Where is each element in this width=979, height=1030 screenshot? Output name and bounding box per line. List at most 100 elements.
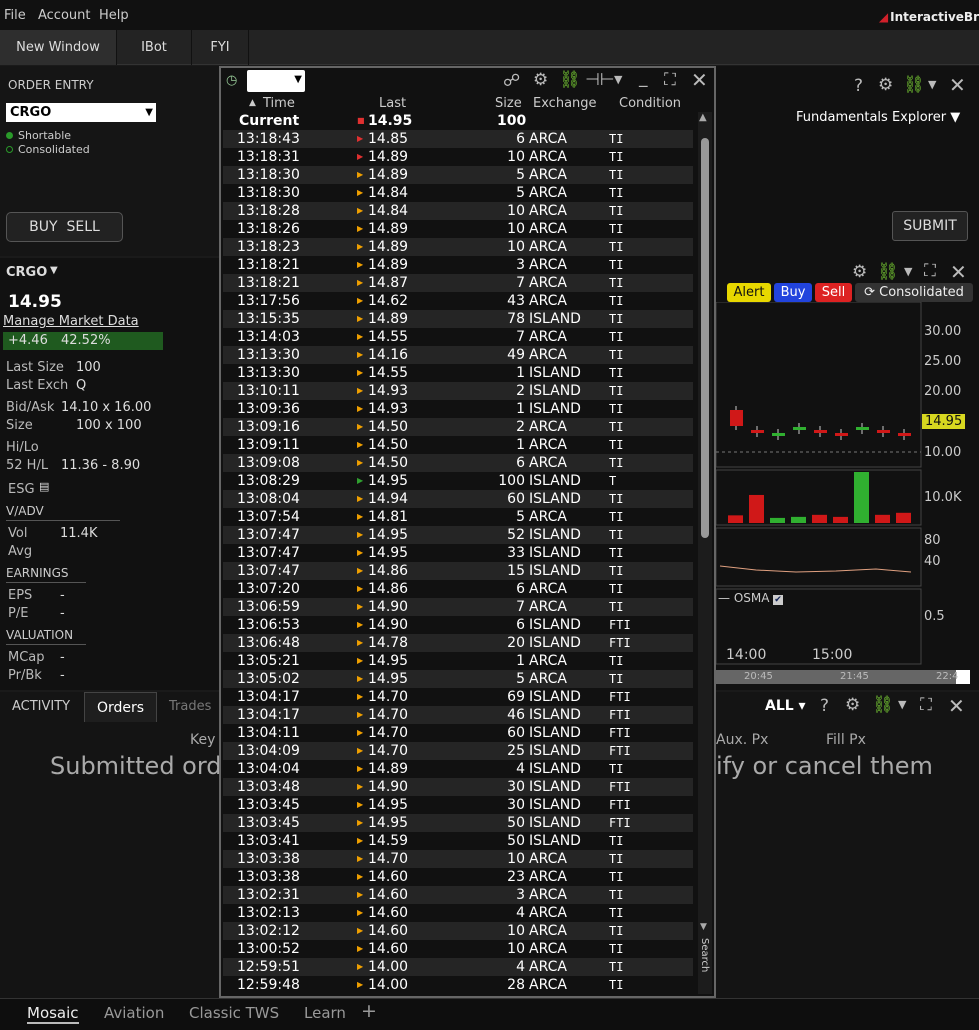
consolidated-button[interactable]: ⟳ Consolidated xyxy=(855,283,973,302)
expand-icon[interactable]: ⛶ xyxy=(924,261,936,281)
col-time[interactable]: Time xyxy=(263,96,295,111)
close-icon[interactable]: ✕ xyxy=(950,260,967,284)
gear-icon[interactable]: ⚙ xyxy=(845,695,860,715)
link-icon[interactable]: ⛓ xyxy=(872,695,894,715)
chevron-down-icon[interactable]: ▼ xyxy=(614,73,622,86)
trade-row[interactable]: 13:07:47 ▶ 14.95 52 ISLAND TI xyxy=(223,526,693,544)
tab-classic-tws[interactable]: Classic TWS xyxy=(189,1004,279,1022)
trade-row[interactable]: 13:05:21 ▶ 14.95 1 ARCA TI xyxy=(223,652,693,670)
col-size[interactable]: Size xyxy=(495,96,522,111)
trade-row[interactable]: 13:18:21 ▶ 14.89 3 ARCA TI xyxy=(223,256,693,274)
trade-row[interactable]: 13:13:30 ▶ 14.16 49 ARCA TI xyxy=(223,346,693,364)
gear-icon[interactable]: ⚙ xyxy=(852,262,867,282)
trade-row[interactable]: 13:09:08 ▶ 14.50 6 ARCA TI xyxy=(223,454,693,472)
trade-row[interactable]: 13:07:54 ▶ 14.81 5 ARCA TI xyxy=(223,508,693,526)
buy-button[interactable]: BUY xyxy=(29,219,57,235)
chart-buy-button[interactable]: Buy xyxy=(774,283,812,302)
trade-row[interactable]: 13:09:36 ▶ 14.93 1 ISLAND TI xyxy=(223,400,693,418)
add-tab-icon[interactable]: + xyxy=(361,1000,377,1022)
trade-row[interactable]: 12:59:51 ▶ 14.00 4 ARCA TI xyxy=(223,958,693,976)
ts-symbol-input[interactable]: ▼ xyxy=(247,70,305,92)
trade-row[interactable]: 13:02:13 ▶ 14.60 4 ARCA TI xyxy=(223,904,693,922)
link-icon[interactable]: ⛓ xyxy=(559,70,581,90)
scroll-up-icon[interactable]: ▲ xyxy=(699,112,707,123)
trade-row[interactable]: 13:15:35 ▶ 14.89 78 ISLAND TI xyxy=(223,310,693,328)
col-last[interactable]: Last xyxy=(379,96,406,111)
account-filter-select[interactable]: ALL ▾ xyxy=(765,698,806,714)
trade-row[interactable]: 13:08:29 ▶ 14.95 100 ISLAND T xyxy=(223,472,693,490)
checkbox-icon[interactable]: ✔ xyxy=(773,595,783,605)
col-exchange[interactable]: Exchange xyxy=(533,96,597,111)
tab-learn[interactable]: Learn xyxy=(304,1004,346,1022)
col-key[interactable]: Key xyxy=(190,732,215,748)
chevron-down-icon[interactable]: ▼ xyxy=(294,74,302,85)
trade-row[interactable]: 13:03:45 ▶ 14.95 50 ISLAND FTI xyxy=(223,814,693,832)
pin-icon[interactable]: ⊣⊢ xyxy=(585,70,615,90)
chevron-down-icon[interactable]: ▼ xyxy=(904,265,912,278)
trade-row[interactable]: 13:18:30 ▶ 14.84 5 ARCA TI xyxy=(223,184,693,202)
help-icon[interactable]: ? xyxy=(854,76,863,96)
gear-icon[interactable]: ⚙ xyxy=(533,70,548,90)
close-icon[interactable]: ✕ xyxy=(948,694,965,718)
col-aux-px[interactable]: Aux. Px xyxy=(716,732,768,748)
expand-icon[interactable]: ⛶ xyxy=(664,70,676,90)
trade-row[interactable]: 13:18:43 ▶ 14.85 6 ARCA TI xyxy=(223,130,693,148)
trade-row[interactable]: 13:07:20 ▶ 14.86 6 ARCA TI xyxy=(223,580,693,598)
alert-button[interactable]: Alert xyxy=(727,283,771,302)
tab-mosaic[interactable]: Mosaic xyxy=(27,1004,79,1024)
chevron-down-icon[interactable]: ▼ xyxy=(928,78,936,91)
chevron-down-icon[interactable]: ▼ xyxy=(898,698,906,711)
trade-row[interactable]: 13:05:02 ▶ 14.95 5 ARCA TI xyxy=(223,670,693,688)
trade-row[interactable]: 13:06:53 ▶ 14.90 6 ISLAND FTI xyxy=(223,616,693,634)
trade-row[interactable]: 13:06:59 ▶ 14.90 7 ARCA TI xyxy=(223,598,693,616)
close-icon[interactable]: ✕ xyxy=(949,73,966,97)
trade-row[interactable]: 13:04:04 ▶ 14.89 4 ISLAND TI xyxy=(223,760,693,778)
trade-row[interactable]: 13:06:48 ▶ 14.78 20 ISLAND FTI xyxy=(223,634,693,652)
menu-account[interactable]: Account xyxy=(38,8,91,23)
trade-row[interactable]: 13:04:11 ▶ 14.70 60 ISLAND FTI xyxy=(223,724,693,742)
trade-row[interactable]: 13:04:17 ▶ 14.70 46 ISLAND FTI xyxy=(223,706,693,724)
trade-row[interactable]: 13:17:56 ▶ 14.62 43 ARCA TI xyxy=(223,292,693,310)
buy-sell-toggle[interactable]: BUY SELL xyxy=(6,212,123,242)
osma-legend[interactable]: — OSMA ✔ xyxy=(718,591,783,605)
minimize-icon[interactable]: _ xyxy=(639,68,648,88)
trade-row[interactable]: 13:10:11 ▶ 14.93 2 ISLAND TI xyxy=(223,382,693,400)
submit-button[interactable]: SUBMIT xyxy=(892,211,968,241)
link-icon[interactable]: ⛓ xyxy=(877,262,899,282)
trade-row[interactable]: 13:07:47 ▶ 14.95 33 ISLAND TI xyxy=(223,544,693,562)
close-icon[interactable]: ✕ xyxy=(691,68,708,92)
trade-row[interactable]: 13:03:38 ▶ 14.70 10 ARCA TI xyxy=(223,850,693,868)
menu-help[interactable]: Help xyxy=(99,8,129,23)
trade-row[interactable]: 13:09:11 ▶ 14.50 1 ARCA TI xyxy=(223,436,693,454)
tab-orders[interactable]: Orders xyxy=(84,692,158,722)
trade-row[interactable]: 13:03:38 ▶ 14.60 23 ARCA TI xyxy=(223,868,693,886)
trade-row[interactable]: 13:18:21 ▶ 14.87 7 ARCA TI xyxy=(223,274,693,292)
menu-file[interactable]: File xyxy=(4,8,26,23)
trade-row[interactable]: 13:02:31 ▶ 14.60 3 ARCA TI xyxy=(223,886,693,904)
document-icon[interactable]: ▤ xyxy=(39,480,49,493)
trade-row[interactable]: 13:18:31 ▶ 14.89 10 ARCA TI xyxy=(223,148,693,166)
search-tab[interactable]: Search xyxy=(699,938,710,972)
trade-row[interactable]: 13:18:28 ▶ 14.84 10 ARCA TI xyxy=(223,202,693,220)
sell-button[interactable]: SELL xyxy=(66,219,99,235)
fundamentals-explorer-select[interactable]: Fundamentals Explorer ▼ xyxy=(796,110,960,125)
quote-symbol[interactable]: CRGO xyxy=(6,265,47,280)
trade-row[interactable]: 13:04:17 ▶ 14.70 69 ISLAND FTI xyxy=(223,688,693,706)
trade-row[interactable]: 13:18:23 ▶ 14.89 10 ARCA TI xyxy=(223,238,693,256)
trade-row[interactable]: 13:03:45 ▶ 14.95 30 ISLAND FTI xyxy=(223,796,693,814)
trade-row[interactable]: 13:03:48 ▶ 14.90 30 ISLAND FTI xyxy=(223,778,693,796)
help-icon[interactable]: ? xyxy=(820,696,829,716)
scroll-down-icon[interactable]: ▼ xyxy=(700,922,707,932)
link-icon[interactable]: ⛓ xyxy=(903,75,925,95)
tab-ibot[interactable]: IBot xyxy=(117,30,192,65)
trade-row[interactable]: 13:07:47 ▶ 14.86 15 ISLAND TI xyxy=(223,562,693,580)
sort-asc-icon[interactable]: ▲ xyxy=(249,98,256,108)
tab-aviation[interactable]: Aviation xyxy=(104,1004,164,1022)
manage-market-data-link[interactable]: Manage Market Data xyxy=(3,314,139,329)
trade-row[interactable]: 13:03:41 ▶ 14.59 50 ISLAND TI xyxy=(223,832,693,850)
trade-row[interactable]: 13:14:03 ▶ 14.55 7 ARCA TI xyxy=(223,328,693,346)
col-fill-px[interactable]: Fill Px xyxy=(826,732,866,748)
trade-row[interactable]: 13:13:30 ▶ 14.55 1 ISLAND TI xyxy=(223,364,693,382)
chart-sell-button[interactable]: Sell xyxy=(815,283,852,302)
trade-row[interactable]: 13:02:12 ▶ 14.60 10 ARCA TI xyxy=(223,922,693,940)
